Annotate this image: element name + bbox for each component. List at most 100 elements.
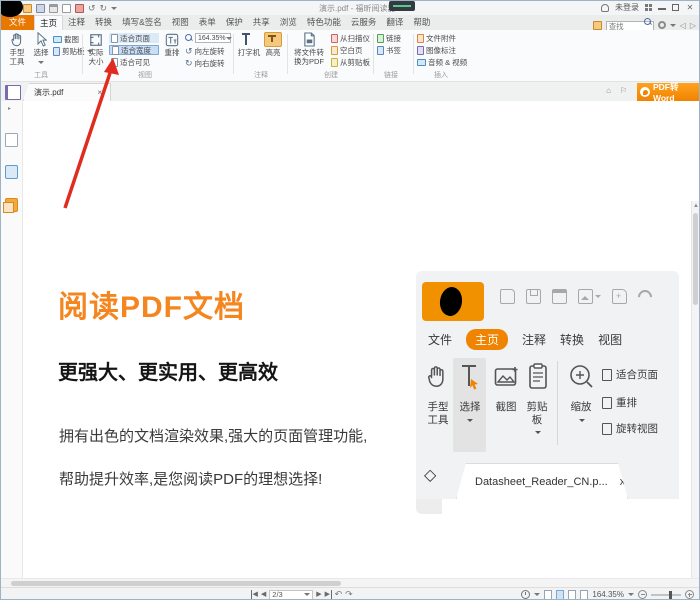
zoom-control[interactable]: 164.35% xyxy=(185,33,232,43)
convert-to-pdf-button[interactable]: 将文件转换为PDF xyxy=(291,31,327,66)
actual-size-button[interactable]: 实际大小 xyxy=(85,31,107,66)
page-thumbnails-icon[interactable] xyxy=(5,165,18,179)
share-icon[interactable]: ⌂ xyxy=(606,86,611,95)
zoom-out-icon[interactable] xyxy=(638,590,647,599)
bookmark-button[interactable]: 书签 xyxy=(377,45,401,55)
tab-view[interactable]: 视图 xyxy=(167,15,194,30)
blank-page-button[interactable]: 空白页 xyxy=(331,45,363,55)
fit-visible-icon xyxy=(111,57,118,67)
find-options-caret-icon[interactable] xyxy=(669,23,676,27)
tab-help[interactable]: 帮助 xyxy=(408,15,435,30)
zoom-slider-handle[interactable] xyxy=(669,590,672,599)
save-icon[interactable] xyxy=(36,3,45,13)
continuous-layout-icon[interactable] xyxy=(556,589,565,599)
find-previous-button[interactable]: ◁ xyxy=(680,21,686,30)
audio-video-button[interactable]: 音频 & 视频 xyxy=(417,57,467,67)
rotate-right-button[interactable]: ↻ 向右旋转 xyxy=(185,58,225,68)
embed-clipboard-label: 剪贴板 xyxy=(526,401,548,426)
fit-page-button[interactable]: 适合页面 xyxy=(109,33,159,43)
page-navigation: ◀ ◀ 2/3 ▶ ▶ ↶ ↷ xyxy=(251,589,353,599)
notebook-icon[interactable] xyxy=(5,85,21,100)
tab-file[interactable]: 文件 xyxy=(1,15,35,30)
search-icon[interactable] xyxy=(643,18,652,26)
pin-icon[interactable]: ⚐ xyxy=(620,86,627,95)
group-divider xyxy=(82,34,83,74)
typewriter-button[interactable]: 打字机 xyxy=(237,31,261,58)
from-scanner-button[interactable]: 从扫描仪 xyxy=(331,33,370,43)
view-mode-caret-icon[interactable] xyxy=(534,593,541,596)
highlight-button[interactable]: 高亮 xyxy=(263,31,283,58)
page-indicator-box[interactable]: 2/3 xyxy=(269,589,314,599)
login-status[interactable]: 未登录 xyxy=(615,2,639,13)
tab-features[interactable]: 特色功能 xyxy=(302,15,346,30)
restore-button[interactable] xyxy=(672,4,679,11)
continuous-facing-layout-icon[interactable] xyxy=(580,589,589,599)
open-file-icon[interactable] xyxy=(23,3,32,13)
facing-layout-icon[interactable] xyxy=(568,589,577,599)
tab-comment[interactable]: 注释 xyxy=(63,15,90,30)
tab-form[interactable]: 表单 xyxy=(194,15,221,30)
image-annotation-button[interactable]: 图像标注 xyxy=(417,45,456,55)
customize-toolbar-caret-icon[interactable] xyxy=(111,6,118,10)
hand-tool-button[interactable]: 手型工具 xyxy=(3,31,31,66)
redo-icon[interactable]: ↻ xyxy=(100,3,108,13)
zoom-in-icon[interactable] xyxy=(685,590,694,599)
rotate-left-button[interactable]: ↺ 向左旋转 xyxy=(185,46,225,56)
print-icon[interactable] xyxy=(49,3,58,13)
undo-icon[interactable]: ↺ xyxy=(88,3,96,13)
sidebar-collapse-icon[interactable]: ▸ xyxy=(8,106,11,112)
previous-view-icon[interactable]: ↶ xyxy=(335,590,343,599)
tab-share[interactable]: 共享 xyxy=(248,15,275,30)
reflow-button[interactable]: 重排 xyxy=(162,31,182,58)
horizontal-scroll-thumb[interactable] xyxy=(11,580,341,586)
file-attachment-button[interactable]: 文件附件 xyxy=(417,33,456,43)
from-clipboard-button[interactable]: 从剪贴板 xyxy=(331,57,370,67)
select-tool-button[interactable]: 选择 xyxy=(32,31,50,66)
tab-translate[interactable]: 翻译 xyxy=(381,15,408,30)
previous-page-button[interactable]: ◀ xyxy=(261,590,266,599)
open-icon xyxy=(500,289,515,304)
pdf-to-word-button[interactable]: PDF转Word xyxy=(637,82,699,103)
view-mode-icon[interactable] xyxy=(521,590,531,599)
single-page-layout-icon[interactable] xyxy=(544,589,553,599)
tab-close-icon[interactable]: × xyxy=(97,88,102,97)
vertical-scrollbar[interactable]: ▲ ▼ xyxy=(691,201,699,599)
zoom-slider[interactable] xyxy=(651,590,681,599)
zoom-percentage[interactable]: 164.35% xyxy=(592,590,624,599)
ribbon: 手型工具 选择 截图 剪贴板 工具 实际大小 适合页面 适合宽度 适合可见 重排… xyxy=(1,30,699,82)
tab-convert[interactable]: 转换 xyxy=(90,15,117,30)
close-button[interactable]: ✕ xyxy=(685,3,695,12)
tab-fill-sign[interactable]: 填写&签名 xyxy=(117,15,167,30)
zoom-value-box[interactable]: 164.35% xyxy=(195,33,232,43)
tab-home[interactable]: 主页 xyxy=(34,15,64,30)
fit-visible-button[interactable]: 适合可见 xyxy=(109,57,159,67)
scroll-up-icon[interactable]: ▲ xyxy=(693,203,699,209)
zoom-caret-icon[interactable] xyxy=(628,593,634,596)
clipboard-icon[interactable] xyxy=(75,3,84,13)
next-view-icon[interactable]: ↷ xyxy=(345,590,353,599)
tab-protect[interactable]: 保护 xyxy=(221,15,248,30)
find-next-button[interactable]: ▷ xyxy=(690,21,696,30)
comments-panel-icon[interactable] xyxy=(3,198,18,213)
tab-browse[interactable]: 浏览 xyxy=(275,15,302,30)
first-page-button[interactable]: ◀ xyxy=(251,590,258,599)
link-button[interactable]: 链接 xyxy=(377,33,401,43)
layout-grid-icon[interactable] xyxy=(645,4,652,11)
group-label-insert: 插入 xyxy=(434,72,448,79)
email-icon[interactable] xyxy=(62,3,71,13)
vertical-scroll-thumb[interactable] xyxy=(693,213,698,305)
tab-cloud[interactable]: 云服务 xyxy=(346,15,382,30)
fit-width-button[interactable]: 适合宽度 xyxy=(109,45,159,55)
last-page-button[interactable]: ▶ xyxy=(325,590,332,599)
paste-icon xyxy=(331,57,338,67)
search-scope-icon[interactable] xyxy=(592,20,602,30)
find-options-icon[interactable] xyxy=(657,21,666,29)
next-page-button[interactable]: ▶ xyxy=(316,590,321,599)
embed-snapshot-label: 截图 xyxy=(495,401,517,413)
bookmarks-panel-icon[interactable] xyxy=(5,133,18,147)
horizontal-scrollbar[interactable] xyxy=(1,578,699,587)
snapshot-button[interactable]: 截图 xyxy=(53,34,79,44)
account-icon[interactable] xyxy=(601,3,609,12)
document-tab[interactable]: 演示.pdf × xyxy=(23,83,111,101)
minimize-button[interactable] xyxy=(658,5,666,10)
